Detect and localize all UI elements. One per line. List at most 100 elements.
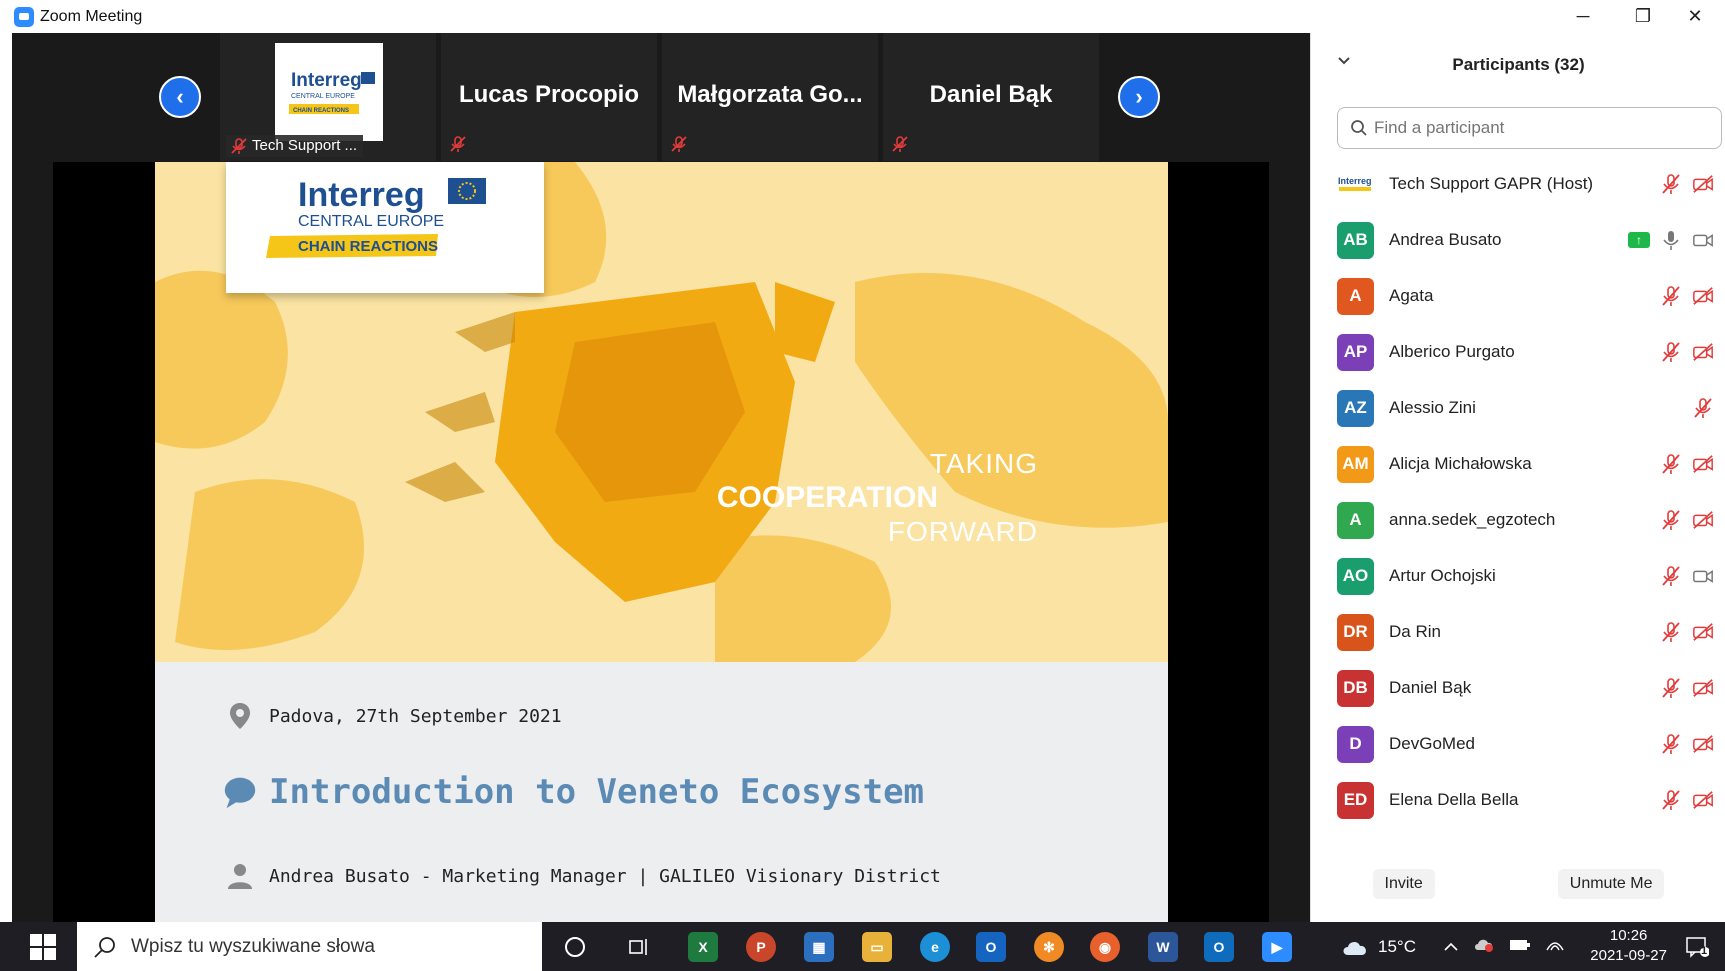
microsoft-store-icon[interactable]: ▦ — [804, 932, 834, 962]
participant-name: DevGoMed — [1389, 734, 1475, 753]
app-flower-icon[interactable]: ✻ — [1034, 932, 1064, 962]
participant-row[interactable]: A Agata — [1311, 268, 1725, 324]
svg-text:CENTRAL EUROPE: CENTRAL EUROPE — [298, 213, 444, 230]
participant-row[interactable]: Interreg Tech Support GAPR (Host) — [1311, 156, 1725, 212]
participant-name: Artur Ochojski — [1389, 566, 1496, 585]
participant-row[interactable]: ED Elena Della Bella — [1311, 772, 1725, 828]
participant-row[interactable]: AB Andrea Busato ↑ — [1311, 212, 1725, 268]
participant-name: Alessio Zini — [1389, 398, 1476, 417]
participant-name: Agata — [1389, 286, 1434, 305]
participant-name: Tech Support GAPR (Host) — [1389, 174, 1594, 193]
zoom-window: Zoom Meeting ─ ❐ ✕ ‹ Interreg CENTRAL EU… — [0, 0, 1725, 971]
mic-muted-icon — [892, 136, 908, 152]
notification-center-icon[interactable]: 1 — [1685, 922, 1709, 971]
previous-page-button[interactable]: ‹ — [159, 76, 201, 118]
participant-status-icons — [1660, 509, 1714, 531]
cortana-icon[interactable] — [560, 932, 590, 962]
outlook-icon[interactable]: O — [976, 932, 1006, 962]
video-off-icon[interactable] — [1692, 733, 1714, 755]
participants-panel: Participants (32) Interreg Tech Support G… — [1310, 33, 1725, 922]
firefox-icon[interactable]: ◉ — [1090, 932, 1120, 962]
video-off-icon[interactable] — [1692, 677, 1714, 699]
zoom-app-icon — [14, 6, 34, 27]
participant-row[interactable]: D DevGoMed — [1311, 716, 1725, 772]
video-tile-lucas-procopio[interactable]: Lucas Procopio — [441, 33, 657, 161]
restore-button[interactable]: ❐ — [1613, 0, 1673, 33]
edge-browser-icon[interactable]: e — [920, 932, 950, 962]
mic-muted-icon[interactable] — [1660, 789, 1682, 811]
participant-row[interactable]: DR Da Rin — [1311, 604, 1725, 660]
interreg-logo-icon: Interreg — [1337, 165, 1374, 203]
participant-status-icons — [1660, 173, 1714, 195]
collapse-chevron-icon[interactable] — [1337, 53, 1351, 71]
participant-status-icons — [1660, 285, 1714, 307]
onedrive-error-icon[interactable] — [1473, 936, 1495, 957]
video-off-icon[interactable] — [1692, 621, 1714, 643]
outlook-new-icon[interactable]: O — [1204, 932, 1234, 962]
video-icon[interactable] — [1692, 565, 1714, 587]
avatar: AO — [1337, 557, 1374, 595]
video-tile-daniel-bak[interactable]: Daniel Bąk — [883, 33, 1099, 161]
minimize-button[interactable]: ─ — [1553, 0, 1613, 33]
slide-interreg-logo: Interreg CENTRAL EUROPE CHAIN REACTIONS — [226, 162, 544, 293]
video-off-icon[interactable] — [1692, 453, 1714, 475]
video-off-icon[interactable] — [1692, 285, 1714, 307]
mic-muted-icon[interactable] — [1660, 173, 1682, 195]
participant-status-icons — [1660, 341, 1714, 363]
temperature-text: 15°C — [1378, 936, 1416, 956]
mic-muted-icon[interactable] — [1660, 677, 1682, 699]
battery-icon[interactable] — [1509, 937, 1531, 957]
video-off-icon[interactable] — [1692, 789, 1714, 811]
close-button[interactable]: ✕ — [1665, 0, 1725, 33]
mic-muted-icon[interactable] — [1660, 509, 1682, 531]
taskbar-search-box[interactable]: Wpisz tu wyszukiwane słowa — [77, 922, 542, 971]
mic-muted-icon — [231, 138, 247, 154]
participant-search-input[interactable] — [1374, 118, 1694, 138]
screen-share-icon: ↑ — [1628, 232, 1650, 248]
participant-name: Alicja Michałowska — [1389, 454, 1532, 473]
invite-button[interactable]: Invite — [1372, 869, 1435, 899]
mic-muted-icon[interactable] — [1660, 621, 1682, 643]
mic-muted-icon[interactable] — [1660, 453, 1682, 475]
mic-muted-icon[interactable] — [1660, 565, 1682, 587]
weather-widget[interactable]: 15°C — [1340, 922, 1416, 971]
participant-row[interactable]: AM Alicja Michałowska — [1311, 436, 1725, 492]
mic-muted-icon[interactable] — [1692, 397, 1714, 419]
chevron-up-icon[interactable] — [1443, 937, 1459, 957]
video-off-icon[interactable] — [1692, 341, 1714, 363]
participant-row[interactable]: AO Artur Ochojski — [1311, 548, 1725, 604]
task-view-icon[interactable] — [624, 932, 654, 962]
participant-status-icons: ↑ — [1628, 229, 1714, 251]
chevron-right-icon: › — [1135, 84, 1143, 109]
taskbar-clock[interactable]: 10:26 2021-09-27 — [1590, 926, 1667, 966]
participant-row[interactable]: DB Daniel Bąk — [1311, 660, 1725, 716]
speech-bubble-icon — [223, 773, 257, 811]
video-tile-tech-support[interactable]: Interreg CENTRAL EUROPE CHAIN REACTIONS … — [220, 33, 436, 161]
mic-muted-icon — [450, 136, 466, 152]
wifi-icon[interactable] — [1545, 936, 1565, 957]
participant-row[interactable]: AZ Alessio Zini — [1311, 380, 1725, 436]
mic-muted-icon[interactable] — [1660, 285, 1682, 307]
mic-icon[interactable] — [1660, 229, 1682, 251]
video-strip: ‹ Interreg CENTRAL EUROPE CHAIN REACTION… — [12, 33, 1310, 161]
participant-search-box[interactable] — [1337, 107, 1722, 149]
video-icon[interactable] — [1692, 229, 1714, 251]
windows-start-icon[interactable] — [30, 934, 56, 960]
word-icon[interactable]: W — [1148, 932, 1178, 962]
next-page-button[interactable]: › — [1118, 76, 1160, 118]
unmute-me-button[interactable]: Unmute Me — [1557, 869, 1665, 899]
video-off-icon[interactable] — [1692, 173, 1714, 195]
excel-icon[interactable]: X — [688, 932, 718, 962]
participant-row[interactable]: Aanna.sedek_egzotech — [1311, 492, 1725, 548]
avatar: AP — [1337, 333, 1374, 371]
participant-row[interactable]: AP Alberico Purgato — [1311, 324, 1725, 380]
video-off-icon[interactable] — [1692, 509, 1714, 531]
mic-muted-icon[interactable] — [1660, 733, 1682, 755]
svg-text:CHAIN REACTIONS: CHAIN REACTIONS — [298, 238, 438, 255]
video-tile-malgorzata[interactable]: Małgorzata Go... — [662, 33, 878, 161]
mic-muted-icon[interactable] — [1660, 341, 1682, 363]
file-explorer-icon[interactable]: ▭ — [862, 932, 892, 962]
powerpoint-icon[interactable]: P — [746, 932, 776, 962]
location-pin-icon — [223, 702, 257, 730]
zoom-taskbar-icon[interactable]: ▶ — [1262, 932, 1292, 962]
